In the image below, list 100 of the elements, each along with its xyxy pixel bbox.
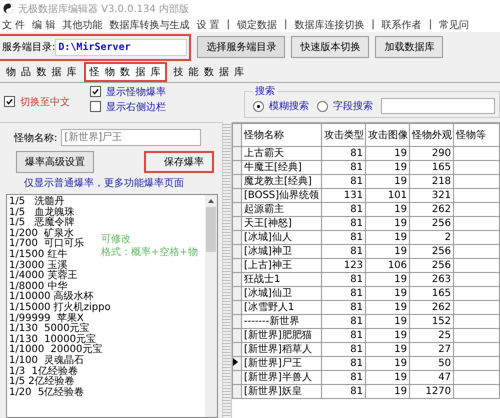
table-cell: 262 [410, 202, 454, 216]
table-cell: 81 [322, 286, 366, 300]
table-cell: 狂战士1 [242, 272, 322, 286]
table-cell: [新世界]肥肥猫 [242, 328, 322, 342]
checkbox-label: 显示怪物爆率 [106, 86, 166, 98]
drop-entry: 1/130 10000元宝 [9, 334, 96, 345]
table-cell: 81 [322, 370, 366, 384]
row-header-cell[interactable] [232, 174, 242, 188]
row-header-cell[interactable] [232, 230, 242, 244]
server-directory-field[interactable]: D:\MirServer [55, 38, 188, 56]
menu-item[interactable]: 设 置 [196, 18, 220, 32]
menu-item[interactable]: 常见问 [439, 18, 470, 32]
table-cell: 19 [366, 230, 410, 244]
table-cell: 256 [410, 244, 454, 258]
column-header[interactable]: 怪物外观 [410, 124, 454, 146]
table-cell: 19 [366, 160, 410, 174]
drop-entry: 1/4000 芙蓉王 [9, 271, 78, 282]
drop-entry: 1/100 灵魂晶石 [9, 356, 84, 366]
row-header-cell[interactable] [232, 314, 242, 328]
row-header-cell[interactable] [232, 342, 242, 356]
row-header-cell[interactable] [232, 384, 242, 398]
scrollbar-thumb[interactable] [206, 207, 216, 252]
radio-button[interactable] [253, 100, 264, 112]
table-cell: 165 [410, 160, 454, 174]
toolbar-button[interactable]: 选择服务端目录 [197, 36, 286, 58]
table-cell: 81 [322, 342, 366, 356]
drop-entry: 1/200 矿泉水 [9, 228, 74, 239]
table-cell: 81 [322, 146, 366, 160]
menu-item[interactable]: 锁定数据 [236, 18, 277, 32]
row-header-cell[interactable] [232, 370, 242, 384]
tab[interactable]: 怪 物 数 据 库 [84, 62, 168, 82]
drop-entry: 1/5 血龙魄珠 [9, 208, 75, 218]
row-header-cell[interactable] [232, 272, 242, 286]
table-cell: 81 [322, 300, 366, 314]
checkbox[interactable] [90, 101, 101, 112]
table-cell: 19 [366, 286, 410, 300]
toolbar-button[interactable]: 加载数据库 [375, 36, 444, 58]
table-cell: 19 [366, 370, 410, 384]
table-cell: 19 [366, 272, 410, 286]
drop-entry: 1/1500 红牛 [9, 250, 68, 260]
table-cell: 19 [366, 356, 410, 370]
menu-item[interactable]: 数据库连接切换 [294, 18, 364, 32]
row-header-cell[interactable] [232, 286, 242, 300]
drop-entry: 1/5 洗髓丹 [9, 197, 65, 207]
menu-item[interactable]: 联系作者 [382, 18, 422, 32]
drop-page-link[interactable]: 仅显示普通爆率，更多功能爆率页面 [6, 176, 218, 190]
row-header-cell[interactable] [232, 216, 242, 230]
tab[interactable]: 技 能 数 据 库 [167, 62, 252, 82]
drop-entry: 1/3000 玉溪 [9, 260, 68, 271]
drop-list-area[interactable] [6, 194, 218, 418]
radio-button[interactable] [317, 100, 328, 112]
menu-item[interactable]: 其他功能 [62, 18, 102, 32]
table-cell: 321 [410, 188, 454, 202]
row-header-cell[interactable] [232, 188, 242, 202]
menu-item[interactable]: 数据库转换与生成 [109, 18, 190, 32]
table-cell: 81 [322, 174, 366, 188]
toolbar-button[interactable]: 快速版本切换 [291, 36, 370, 58]
scrollbar[interactable] [205, 195, 217, 417]
tab[interactable]: 物 品 数 据 库 [0, 62, 84, 82]
table-cell: [新世界]尸王 [242, 356, 322, 370]
row-header-cell[interactable] [232, 258, 242, 272]
table-cell: 19 [366, 146, 410, 160]
table-cell: 106 [366, 258, 410, 272]
table-cell: [BOSS]仙界统领 [242, 188, 322, 202]
search-legend: 搜索 [253, 84, 277, 98]
drop-entry: 1/20 5亿经验卷 [9, 388, 84, 398]
row-header-cell[interactable] [232, 160, 242, 174]
table-cell: 256 [410, 258, 454, 272]
scroll-up-icon[interactable] [208, 199, 214, 203]
radio-label: 字段搜索 [333, 100, 373, 113]
row-header-cell[interactable] [232, 300, 242, 314]
row-header-cell[interactable] [232, 244, 242, 258]
row-header-cell[interactable] [232, 356, 242, 370]
row-header-cell[interactable] [232, 146, 242, 160]
table-cell: 152 [410, 314, 454, 328]
checkbox-label: 显示右侧边栏 [106, 100, 166, 114]
drop-button[interactable]: 爆率高级设置 [16, 151, 94, 173]
column-header[interactable]: 怪物名称 [242, 124, 322, 146]
table-cell: 起源霸主 [242, 202, 322, 216]
table-cell: 19 [366, 244, 410, 258]
menu-item[interactable]: 编 辑 [32, 18, 56, 32]
row-header-cell[interactable] [232, 328, 242, 342]
row-header-cell[interactable] [232, 202, 242, 216]
table-cell: 81 [322, 244, 366, 258]
column-header[interactable]: 攻击类型 [322, 124, 366, 146]
search-field[interactable] [381, 98, 495, 114]
table-cell: 81 [322, 314, 366, 328]
table-cell: 81 [322, 384, 366, 398]
window-title: 无极数据库编辑器 V3.0.0.134 内部版 [18, 2, 189, 16]
drop-entry: 1/1000 20000元宝 [9, 345, 102, 356]
monster-name-field[interactable]: [新世界]尸王 [61, 129, 202, 146]
checkbox[interactable] [4, 96, 15, 107]
column-header[interactable]: 攻击图像 [366, 124, 410, 146]
table-cell: [冰雪野人1 [242, 300, 322, 314]
checkbox[interactable] [90, 86, 101, 97]
menu-item[interactable]: 文 件 [2, 18, 26, 32]
table-cell: 2 [410, 230, 454, 244]
column-header[interactable]: 怪物等 [454, 124, 500, 146]
drop-button[interactable]: 保存爆率 [144, 151, 214, 173]
checkbox-label: 切换至中文 [20, 96, 70, 108]
